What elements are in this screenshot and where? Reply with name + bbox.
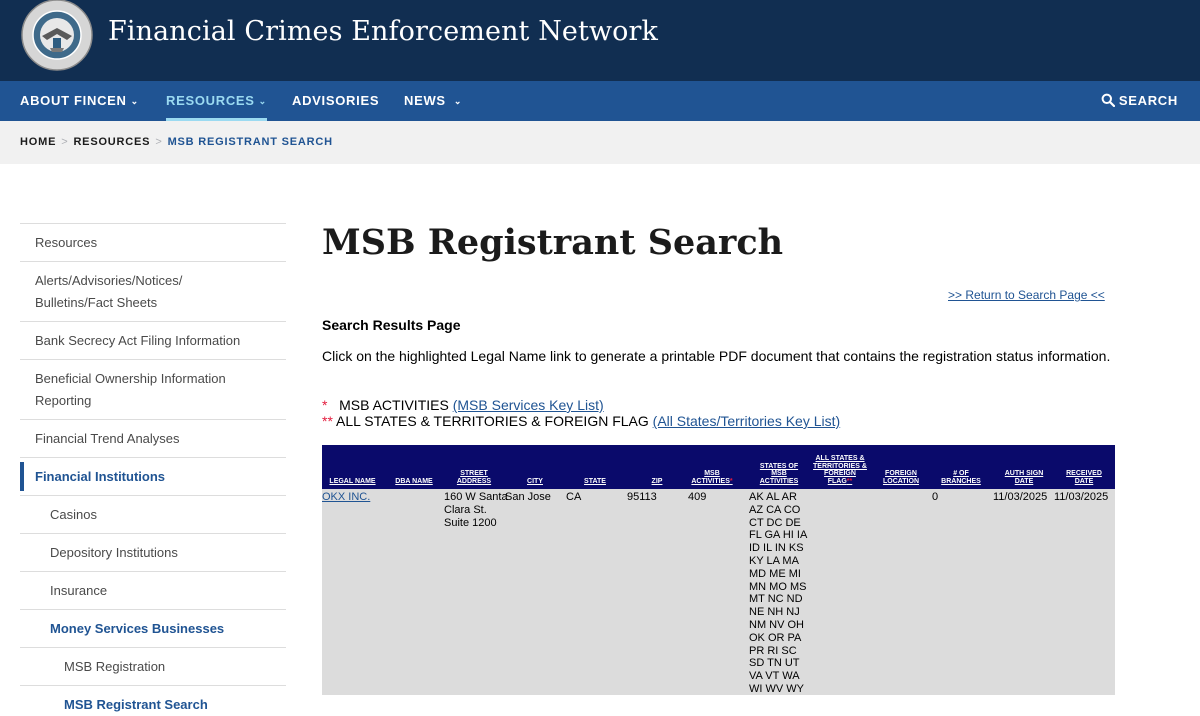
row-street-address: 160 W Santa Clara St. Suite 1200 [444, 491, 508, 529]
asterisk-marker: * [322, 397, 328, 413]
all-states-key: ** ALL STATES & TERRITORIES & FOREIGN FL… [322, 413, 840, 429]
breadcrumb: HOME > RESOURCES > MSB REGISTRANT SEARCH [0, 121, 1200, 164]
row-branches: 0 [932, 491, 939, 503]
msb-services-key-list-link[interactable]: (MSB Services Key List) [453, 397, 604, 413]
sidebar-item-casinos[interactable]: Casinos [20, 496, 286, 534]
chevron-down-icon: ⌄ [453, 96, 463, 106]
sidebar-item-depository-institutions[interactable]: Depository Institutions [20, 534, 286, 572]
col-all-states-flag[interactable]: ALL STATES & TERRITORIES & FOREIGN FLAG*… [812, 455, 868, 485]
site-title[interactable]: Financial Crimes Enforcement Network [108, 16, 658, 47]
row-city: San Jose [505, 491, 551, 503]
search-button[interactable]: SEARCH [1101, 81, 1178, 121]
page-title: MSB Registrant Search [322, 222, 784, 263]
instruction-text: Click on the highlighted Legal Name link… [322, 348, 1111, 364]
sidebar-item-financial-trend[interactable]: Financial Trend Analyses [20, 420, 286, 458]
breadcrumb-current: MSB REGISTRANT SEARCH [167, 136, 333, 148]
row-zip: 95113 [627, 491, 657, 503]
breadcrumb-home[interactable]: HOME [20, 136, 56, 148]
sidebar-item-resources[interactable]: Resources [20, 224, 286, 262]
primary-nav: ABOUT FINCEN ⌄ RESOURCES ⌄ ADVISORIES NEWS… [0, 81, 1200, 121]
msb-activities-key-text: MSB ACTIVITIES [339, 397, 449, 413]
treasury-seal-logo[interactable] [20, 0, 94, 72]
results-table: LEGAL NAME DBA NAME STREET ADDRESS CITY … [322, 445, 1115, 695]
sidebar-item-msb-registration[interactable]: MSB Registration [20, 648, 286, 686]
col-legal-name[interactable]: LEGAL NAME [326, 478, 379, 486]
chevron-down-icon: ⌄ [130, 96, 139, 106]
col-msb-activities[interactable]: MSB ACTIVITIES* [686, 470, 738, 485]
sidebar-item-insurance[interactable]: Insurance [20, 572, 286, 610]
row-states-of-msb-activities: AK AL AR AZ CA CO CT DC DE FL GA HI IA I… [749, 491, 807, 695]
row-received-date: 11/03/2025 [1054, 491, 1109, 503]
nav-news[interactable]: NEWS ⌄ [404, 81, 462, 121]
nav-advisories[interactable]: ADVISORIES [292, 81, 379, 121]
nav-news-label: NEWS [404, 93, 446, 108]
breadcrumb-resources[interactable]: RESOURCES [73, 136, 150, 148]
col-branches[interactable]: # OF BRANCHES [938, 470, 984, 485]
col-received-date[interactable]: RECEIVED DATE [1056, 470, 1112, 485]
col-city[interactable]: CITY [519, 478, 551, 486]
col-auth-sign-date[interactable]: AUTH SIGN DATE [996, 470, 1052, 485]
col-states-of-msb-activities[interactable]: STATES OF MSB ACTIVITIES [754, 463, 804, 486]
msb-activities-key: * MSB ACTIVITIES (MSB Services Key List) [322, 397, 604, 413]
sidebar-item-money-services-businesses[interactable]: Money Services Businesses [20, 610, 286, 648]
col-state[interactable]: STATE [578, 478, 612, 486]
results-heading: Search Results Page [322, 317, 461, 333]
nav-advisories-label: ADVISORIES [292, 93, 380, 108]
nav-resources[interactable]: RESOURCES ⌄ [166, 81, 267, 121]
sidebar-item-alerts-advisories[interactable]: Alerts/Advisories/Notices/ Bulletins/Fac… [20, 262, 286, 322]
nav-resources-label: RESOURCES [166, 93, 255, 108]
row-legal-name-link[interactable]: OKX INC. [322, 491, 370, 504]
double-asterisk-marker: ** [322, 413, 333, 429]
breadcrumb-separator-icon: > [61, 136, 69, 148]
col-street-address[interactable]: STREET ADDRESS [452, 470, 496, 485]
col-msb-activities-label: MSB ACTIVITIES [691, 470, 730, 485]
search-icon [1101, 93, 1115, 108]
breadcrumb-separator-icon: > [155, 136, 163, 148]
sidebar-item-beneficial-ownership[interactable]: Beneficial Ownership Information Reporti… [20, 360, 286, 420]
all-states-key-list-link[interactable]: (All States/Territories Key List) [653, 413, 841, 429]
site-header: Financial Crimes Enforcement Network [0, 0, 1200, 81]
col-dba-name[interactable]: DBA NAME [390, 478, 438, 486]
col-all-states-flag-label: ALL STATES & TERRITORIES & FOREIGN FLAG [813, 455, 867, 485]
row-auth-sign-date: 11/03/2025 [993, 491, 1048, 503]
nav-about-fincen[interactable]: ABOUT FINCEN ⌄ [20, 81, 139, 121]
side-nav: Resources Alerts/Advisories/Notices/ Bul… [20, 223, 286, 716]
nav-about-fincen-label: ABOUT FINCEN [20, 93, 127, 108]
col-all-states-flag-mark: ** [846, 477, 853, 485]
search-button-label: SEARCH [1118, 93, 1178, 108]
sidebar-item-msb-registrant-search[interactable]: MSB Registrant Search [20, 686, 286, 716]
col-zip[interactable]: ZIP [642, 478, 672, 486]
return-to-search-link[interactable]: >> Return to Search Page << [948, 288, 1105, 302]
all-states-key-text: ALL STATES & TERRITORIES & FOREIGN FLAG [336, 413, 649, 429]
chevron-down-icon: ⌄ [258, 96, 267, 106]
sidebar-item-financial-institutions[interactable]: Financial Institutions [20, 458, 286, 496]
col-msb-activities-mark: * [729, 477, 733, 485]
row-state: CA [566, 491, 582, 503]
results-table-header: LEGAL NAME DBA NAME STREET ADDRESS CITY … [322, 445, 1115, 489]
col-foreign-location[interactable]: FOREIGN LOCATION [880, 470, 922, 485]
row-msb-activities: 409 [688, 491, 707, 503]
sidebar-item-bsa-filing[interactable]: Bank Secrecy Act Filing Information [20, 322, 286, 360]
